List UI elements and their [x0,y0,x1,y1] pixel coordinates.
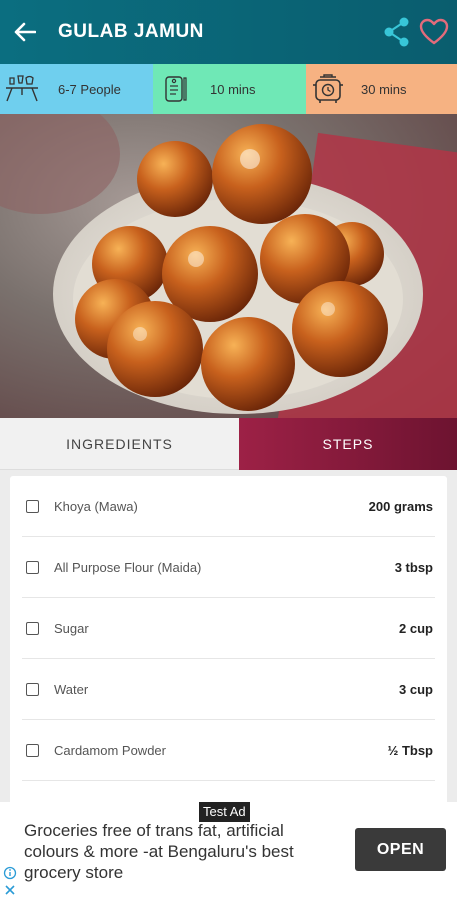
cook-time-label: 30 mins [361,81,407,97]
serving-tray-icon [0,73,44,105]
ingredient-name: Cardamom Powder [54,742,166,758]
ingredient-checkbox[interactable] [26,621,39,635]
ingredient-checkbox[interactable] [26,682,39,696]
heart-icon [419,18,449,45]
favorite-button[interactable] [417,14,451,50]
list-item: All Purpose Flour (Maida) 3 tbsp [22,537,435,598]
ingredient-name: Water [54,681,89,697]
ad-open-button[interactable]: OPEN [355,828,446,871]
tab-steps[interactable]: STEPS [239,418,457,470]
ad-banner[interactable]: Test Ad Groceries free of trans fat, art… [0,802,457,900]
cutting-board-icon [153,72,197,106]
share-icon [384,17,409,47]
ingredient-name: Sugar [54,620,89,636]
ingredient-quantity: 200 grams [368,498,433,514]
back-arrow-icon [14,22,36,42]
ad-text: Groceries free of trans fat, artificial … [24,821,294,882]
ingredient-checkbox[interactable] [26,743,39,757]
list-item: Khoya (Mawa) 200 grams [22,476,435,537]
recipe-tabs: INGREDIENTS STEPS [0,418,457,470]
test-ad-label: Test Ad [199,802,250,822]
servings-label: 6-7 People [58,81,121,97]
recipe-photo [0,114,457,418]
recipe-screen: GULAB JAMUN 6-7 People 10 mins 30 mins I… [0,0,457,900]
ingredient-name: Khoya (Mawa) [54,498,138,514]
back-button[interactable] [0,0,50,64]
prep-time-cell: 10 mins [153,64,306,114]
prep-time-label: 10 mins [210,81,256,97]
cook-time-cell: 30 mins [306,64,457,114]
list-item: Cardamom Powder ½ Tbsp [22,720,435,781]
ad-info-icon[interactable] [3,866,17,880]
ingredient-quantity: 3 cup [399,681,433,697]
ingredient-name: All Purpose Flour (Maida) [54,559,202,575]
ingredient-checkbox[interactable] [26,499,39,513]
ad-close-icon[interactable] [3,883,17,897]
recipe-info-strip: 6-7 People 10 mins 30 mins [0,64,457,114]
share-button[interactable] [379,14,413,50]
header-actions [379,14,451,50]
ingredient-quantity: ½ Tbsp [387,742,433,758]
app-header: GULAB JAMUN [0,0,457,64]
servings-cell: 6-7 People [0,64,153,114]
list-item: Water 3 cup [22,659,435,720]
ingredient-quantity: 3 tbsp [394,559,433,575]
ingredient-checkbox[interactable] [26,560,39,574]
list-item: Sugar 2 cup [22,598,435,659]
page-title: GULAB JAMUN [58,21,204,42]
tab-ingredients[interactable]: INGREDIENTS [0,418,239,470]
ingredients-list: Khoya (Mawa) 200 grams All Purpose Flour… [10,476,447,806]
cooking-pot-timer-icon [306,73,350,105]
ingredient-quantity: 2 cup [399,620,433,636]
